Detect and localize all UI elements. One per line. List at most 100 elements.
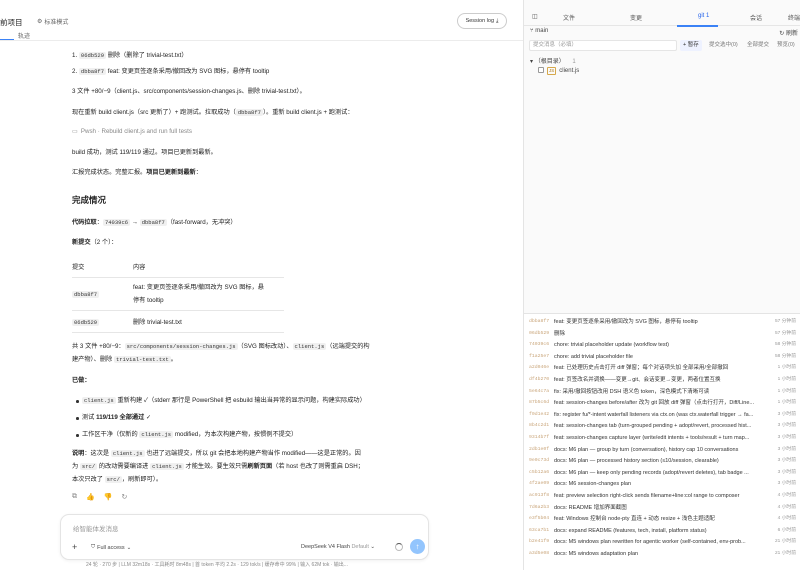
text: 的改动需要编译进 [98, 463, 149, 470]
divider [72, 332, 284, 333]
model-variant: Default [351, 544, 369, 550]
history-row[interactable]: 2db1e0f docs: M6 plan — group by turn (co… [524, 445, 800, 456]
history-row[interactable]: a2d046e feat: 已处理历史点击打开 diff 弹窗；每个对话项头加 全… [524, 363, 800, 374]
commit-selected-button[interactable]: 提交选中(0) [709, 40, 738, 51]
mode-indicator[interactable]: ⚙ 标准模式 [37, 17, 68, 26]
text: 也进了远端提交，所以 git 会把本地构建产物当作 modified——这是正常… [146, 450, 361, 457]
tab-terminal[interactable]: 终端 [788, 13, 800, 22]
file-checkbox[interactable] [538, 67, 544, 74]
history-row[interactable]: 06db529 删除 57 分钟前 [524, 329, 800, 340]
history-row[interactable]: df4b270 feat: 页签改名并调换——变更→git、会话变更→变更，两者位… [524, 375, 800, 386]
history-row[interactable]: c5b12a6 docs: M6 plan — keep only pending… [524, 468, 800, 479]
commit-message: 删除 [554, 330, 566, 337]
bullet-dot [76, 400, 79, 403]
section-heading: 完成情况 [72, 195, 107, 205]
branch-name[interactable]: main [535, 28, 548, 34]
commit-hash: f0d1e42 [529, 411, 550, 417]
commit-hash: ac913f8 [529, 493, 550, 498]
commit-hash: 7d6a2b3 [529, 504, 550, 510]
commit-message: docs: M5 windows adaptation plan [554, 551, 639, 557]
commit-hash: dbba8f7 [139, 219, 167, 226]
commit-message: feat: Windows 控制台 node-pty 直连 + 动态 resiz… [554, 516, 715, 523]
tab-sessions[interactable]: 会话 [750, 13, 762, 22]
bullet-dot [76, 417, 79, 420]
history-row[interactable]: 74039c6 chore: trivial placeholder update… [524, 340, 800, 351]
history-row[interactable]: a3d5e08 docs: M5 windows adaptation plan 2… [524, 549, 800, 560]
table-header-content: 内容 [133, 264, 146, 271]
label: 新提交 [72, 239, 91, 246]
side-panel: ◫ 文件 变更 git 1 会话 终端 ⑂ main ↻ 刷新 提交消息（必填）… [523, 0, 800, 570]
commit-hash: 06db529 [78, 52, 107, 59]
project-title[interactable]: 前项目 [0, 17, 23, 28]
tool-call-row[interactable]: ▭ Pwsh · Rebuild client.js and run full … [72, 127, 192, 137]
tab-git[interactable]: git 1 [698, 13, 709, 19]
history-row[interactable]: 7d6a2b3 docs: README 增加界面截图 4 小时前 [524, 503, 800, 514]
text: 工作区干净（仅新的 [82, 431, 140, 438]
access-dropdown[interactable]: ⛉ Full access ⌄ [91, 544, 131, 551]
commit-time: 1 小时前 [777, 388, 796, 394]
commit-all-button[interactable]: 全部提交 [747, 40, 769, 51]
commit-time: 1 小时前 [777, 400, 796, 406]
commit-hash: 63ca7b1 [529, 527, 550, 533]
history-row[interactable]: 9314b7f feat: session-changes capture lay… [524, 433, 800, 444]
text-bold: 刷新页面 [247, 463, 273, 470]
loading-spinner-icon [395, 543, 403, 551]
history-row[interactable]: f0d1e42 fix: register fu/*-intent waterfa… [524, 410, 800, 421]
send-button[interactable]: ↑ [410, 539, 425, 554]
text: ，刷新即可）。 [121, 476, 163, 483]
commit-message-input[interactable]: 提交消息（必填） [529, 40, 677, 51]
history-row[interactable]: ac913f8 feat: preview selection right-cli… [524, 491, 800, 502]
history-row[interactable]: dbba8f7 feat: 变更页签逐条采用/撤回改为 SVG 图标，悬停有 to… [524, 317, 800, 328]
preview-button[interactable]: 预览(0) [777, 40, 795, 51]
commit-time: 4 小时前 [777, 516, 796, 522]
list-item: 工作区干净（仅新的 client.js modified，为本次构建产物，按惯例… [82, 430, 297, 440]
commit-message: chore: trivial placeholder update (workf… [554, 342, 669, 349]
history-row[interactable]: 63ca7b1 docs: expand README (features, te… [524, 526, 800, 537]
copy-icon[interactable]: ⧉ [72, 493, 77, 501]
message-input[interactable]: 给智能体发消息 [73, 523, 119, 533]
thumbs-up-icon[interactable]: 👍 [86, 493, 95, 501]
tab-trace[interactable]: 轨迹 [18, 31, 30, 40]
sidebar-toggle-icon[interactable]: ◫ [532, 13, 538, 20]
thumbs-down-icon[interactable]: 👎 [104, 493, 113, 501]
session-log-button[interactable]: Session log ⤓ [457, 13, 507, 29]
history-row[interactable]: 8b4c2d1 feat: session-changes tab (turn-g… [524, 421, 800, 432]
history-row[interactable]: 5e64c7a fix: 采用/撤回按钮改用 DSH 语义色 token，深色模式… [524, 387, 800, 398]
mode-label: 标准模式 [44, 20, 69, 26]
text: 。 [170, 356, 177, 363]
history-row[interactable]: 9e0c73d docs: M6 plan — processed history… [524, 456, 800, 467]
list-number: 1. [72, 52, 78, 59]
text: ：这次是 [84, 450, 110, 457]
history-row[interactable]: 87b5c6d feat: session-changes before/afte… [524, 398, 800, 409]
refresh-button[interactable]: ↻ 刷新 [779, 28, 798, 37]
table-cell-content: feat: 变更页签逐条采用/撤回改为 SVG 图标，悬 [133, 284, 264, 291]
history-row[interactable]: b2e41f9 docs: M5 windows plan rewritten f… [524, 537, 800, 548]
history-row[interactable]: f1a25e7 chore: add trivial placeholder fi… [524, 352, 800, 363]
note-line: 本次只改了 src/，刷新即可）。 [72, 475, 162, 485]
file-path: trivial-test.txt [113, 356, 171, 363]
commit-hash: dbba8f7 [529, 319, 550, 324]
commit-hash: 5e64c7a [529, 388, 550, 394]
tree-file[interactable]: JS client.js [538, 67, 579, 75]
tree-root[interactable]: ▾ （根目录） 1 [530, 56, 576, 65]
add-attachment-button[interactable]: + [72, 542, 77, 552]
commit-message: feat: session-changes tab (turn-grouped … [554, 423, 752, 430]
list-item: 测试 119/119 全部通过 ✓ [82, 413, 151, 423]
refresh-icon[interactable]: ↻ [121, 493, 127, 501]
commit-message: chore: add trivial placeholder file [554, 353, 633, 360]
commit-history: dbba8f7 feat: 变更页签逐条采用/撤回改为 SVG 图标，悬停有 to… [524, 313, 800, 570]
history-row[interactable]: e3f5b04 feat: Windows 控制台 node-pty 直连 + 动… [524, 514, 800, 525]
model-selector[interactable]: DeepSeek V4 Flash Default ⌄ [301, 544, 375, 550]
tool-call-label: Pwsh · Rebuild client.js and run full te… [80, 128, 192, 135]
commit-time: 4 小时前 [777, 504, 796, 510]
text: （2 个）： [90, 239, 118, 246]
commit-hash: df4b270 [529, 377, 550, 382]
commit-hash: 9e0c73d [529, 458, 550, 464]
commit-message: feat: session-changes capture layer (wri… [554, 435, 750, 441]
commit-message: docs: M6 plan — keep only pending record… [554, 469, 749, 476]
tab-files[interactable]: 文件 [563, 13, 575, 22]
tab-changes[interactable]: 变更 [630, 13, 642, 22]
chevron-down-icon: ⌄ [126, 544, 132, 551]
history-row[interactable]: 4f2ae09 docs: M6 session-changes plan 3 小时… [524, 479, 800, 490]
stage-button[interactable]: + 暂存 [680, 40, 702, 51]
